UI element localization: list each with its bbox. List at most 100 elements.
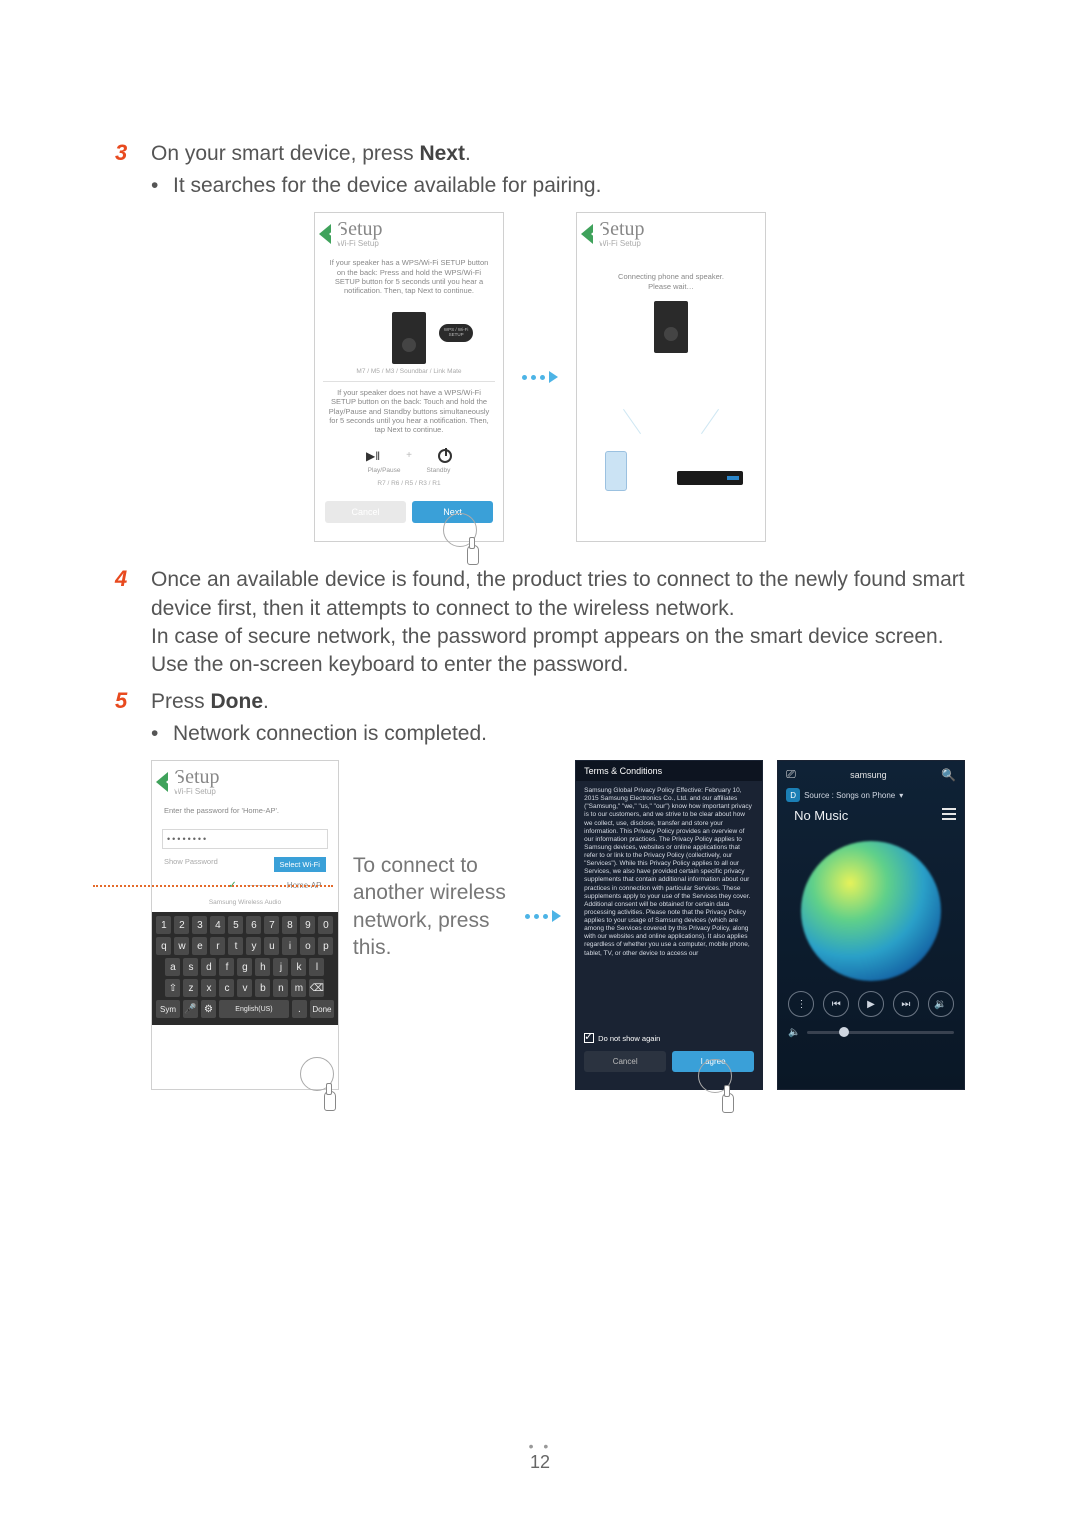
keyboard-key[interactable]: q: [156, 937, 171, 955]
checkbox-icon[interactable]: [584, 1033, 594, 1043]
keyboard-key[interactable]: 9: [300, 916, 315, 934]
back-icon[interactable]: [581, 224, 593, 244]
terms-body: Samsung Global Privacy Policy Effective:…: [576, 781, 762, 1033]
prev-track-icon[interactable]: ⏮: [823, 991, 849, 1017]
next-track-icon[interactable]: ⏭: [893, 991, 919, 1017]
back-icon[interactable]: [156, 772, 168, 792]
keyboard-key[interactable]: m: [291, 979, 306, 997]
group-speakers-icon[interactable]: 🔉: [928, 991, 954, 1017]
search-icon[interactable]: 🔍: [941, 768, 956, 782]
step-5-bullet-text: Network connection is completed.: [173, 722, 487, 746]
step-5-bullet: • Network connection is completed.: [151, 722, 965, 746]
do-not-show-checkbox[interactable]: Do not show again: [576, 1033, 762, 1047]
chevron-down-icon: ▾: [899, 791, 903, 800]
wps-button-badge: WPS / Wi-Fi SETUP: [439, 324, 473, 342]
keyboard-key[interactable]: y: [246, 937, 261, 955]
source-row[interactable]: D Source : Songs on Phone ▾: [778, 788, 964, 802]
phone-header: Setup Wi-Fi Setup: [152, 761, 338, 800]
step-5-text-a: Press: [151, 690, 211, 713]
keyboard-key[interactable]: i: [282, 937, 297, 955]
language-key[interactable]: English(US): [219, 1000, 289, 1018]
model-list: M7 / M5 / M3 / Soundbar / Link Mate: [315, 368, 503, 375]
keyboard-key[interactable]: c: [219, 979, 234, 997]
checkbox-label: Do not show again: [598, 1034, 660, 1043]
phone-device-icon: [605, 451, 627, 491]
speaker-icon: [654, 301, 688, 353]
step-3-text-a: On your smart device, press: [151, 142, 419, 165]
keyboard-key[interactable]: t: [228, 937, 243, 955]
keyboard-key[interactable]: o: [300, 937, 315, 955]
hand-cursor-icon: [318, 1085, 342, 1115]
keyboard-key[interactable]: h: [255, 958, 270, 976]
setup-subtitle: Wi-Fi Setup: [337, 239, 383, 248]
done-key[interactable]: Done: [310, 1000, 334, 1018]
keyboard-key[interactable]: w: [174, 937, 189, 955]
back-icon[interactable]: [319, 224, 331, 244]
plus-icon: +: [406, 450, 412, 461]
keyboard-key[interactable]: 1: [156, 916, 171, 934]
terms-header: Terms & Conditions: [576, 761, 762, 781]
period-key[interactable]: .: [292, 1000, 307, 1018]
volume-thumb[interactable]: [839, 1027, 849, 1037]
settings-key[interactable]: ⚙: [201, 1000, 216, 1018]
keyboard-key[interactable]: l: [309, 958, 324, 976]
step-number-4: 4: [115, 566, 151, 592]
keyboard-key[interactable]: j: [273, 958, 288, 976]
play-icon[interactable]: ▶: [858, 991, 884, 1017]
step-3-text-c: .: [465, 142, 471, 165]
keyboard-key[interactable]: v: [237, 979, 252, 997]
step-3-bullet: • It searches for the device available f…: [151, 174, 965, 198]
keyboard-key[interactable]: 6: [246, 916, 261, 934]
show-password-label[interactable]: Show Password: [164, 857, 218, 872]
keyboard-key[interactable]: 0: [318, 916, 333, 934]
keyboard-key[interactable]: d: [201, 958, 216, 976]
sym-key[interactable]: Sym: [156, 1000, 180, 1018]
setup-subtitle: Wi-Fi Setup: [174, 787, 220, 796]
keyboard-key[interactable]: z: [183, 979, 198, 997]
password-field[interactable]: ••••••••: [162, 829, 328, 849]
keyboard-key[interactable]: s: [183, 958, 198, 976]
dotted-callout-line: [93, 885, 333, 887]
speakers-icon[interactable]: ⎚: [786, 767, 796, 782]
more-icon[interactable]: ⋮: [788, 991, 814, 1017]
voice-key[interactable]: 🎤: [183, 1000, 198, 1018]
keyboard-key[interactable]: 2: [174, 916, 189, 934]
keyboard-key[interactable]: g: [237, 958, 252, 976]
terms-cancel-button[interactable]: Cancel: [584, 1051, 666, 1072]
keyboard-key[interactable]: ⌫: [309, 979, 324, 997]
keyboard-key[interactable]: f: [219, 958, 234, 976]
player-top-bar: ⎚ samsung 🔍: [778, 761, 964, 788]
keyboard-key[interactable]: a: [165, 958, 180, 976]
volume-slider[interactable]: [807, 1031, 954, 1034]
keyboard-key[interactable]: u: [264, 937, 279, 955]
keyboard-key[interactable]: 4: [210, 916, 225, 934]
keyboard-key[interactable]: 5: [228, 916, 243, 934]
cancel-button[interactable]: Cancel: [325, 501, 406, 523]
hand-cursor-icon: [461, 539, 485, 569]
step-3: 3 On your smart device, press Next.: [115, 140, 965, 168]
select-wifi-button[interactable]: Select Wi-Fi: [274, 857, 326, 872]
keyboard-key[interactable]: k: [291, 958, 306, 976]
keyboard-key[interactable]: ⇧: [165, 979, 180, 997]
keyboard-key[interactable]: x: [201, 979, 216, 997]
on-screen-keyboard[interactable]: 1234567890 qwertyuiop asdfghjkl ⇧zxcvbnm…: [152, 912, 338, 1025]
screenshot-terms: Terms & Conditions Samsung Global Privac…: [575, 760, 763, 1090]
keyboard-key[interactable]: b: [255, 979, 270, 997]
soundbar-icon: [677, 471, 743, 485]
keyboard-key[interactable]: r: [210, 937, 225, 955]
keyboard-key[interactable]: e: [192, 937, 207, 955]
phone-header: Setup Wi-Fi Setup: [577, 213, 765, 252]
sequence-arrow-icon: [525, 910, 561, 922]
keyboard-key[interactable]: 7: [264, 916, 279, 934]
volume-row[interactable]: 🔈: [778, 1027, 964, 1046]
keyboard-key[interactable]: 8: [282, 916, 297, 934]
menu-icon[interactable]: [942, 808, 956, 820]
setup-subtitle: Wi-Fi Setup: [599, 239, 645, 248]
speaker-icon: [392, 312, 426, 364]
screenshot-password: Setup Wi-Fi Setup Enter the password for…: [151, 760, 339, 1090]
album-art-placeholder: [801, 841, 941, 981]
screenshot-player: ⎚ samsung 🔍 D Source : Songs on Phone ▾ …: [777, 760, 965, 1090]
keyboard-key[interactable]: n: [273, 979, 288, 997]
keyboard-key[interactable]: 3: [192, 916, 207, 934]
keyboard-key[interactable]: p: [318, 937, 333, 955]
